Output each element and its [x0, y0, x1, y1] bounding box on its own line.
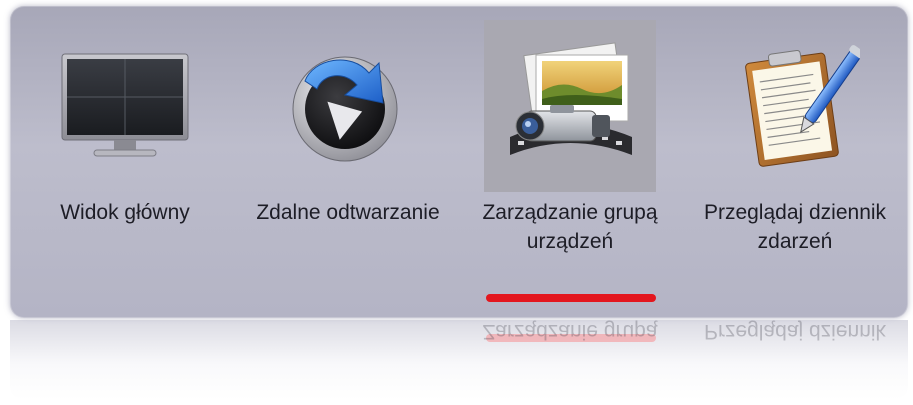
reflection-label: Przeglądaj dziennik zdarzeń [703, 320, 887, 343]
reflection-label: Zarządzanie grupą urządzeń [482, 320, 658, 343]
menu-item-event-log[interactable]: Przeglądaj dziennik zdarzeń [690, 20, 900, 290]
playback-arrow-icon [262, 20, 434, 192]
clipboard-pen-icon [709, 20, 881, 192]
menu-item-device-group[interactable]: Zarządzanie grupą urządzeń [465, 20, 675, 290]
menu-item-remote-playback[interactable]: Zdalne odtwarzanie [243, 20, 453, 290]
camera-photo-icon [484, 20, 656, 192]
menu-item-main-view[interactable]: Widok główny [20, 20, 230, 290]
active-item-indicator [486, 294, 656, 302]
monitor-icon [39, 20, 211, 192]
menu-item-label: Zarządzanie grupą urządzeń [482, 201, 658, 253]
menu-item-label: Zdalne odtwarzanie [256, 201, 440, 224]
menu-panel: Widok główny Zdalne odtwarzanie Zarządza… [10, 6, 908, 318]
menu-item-label: Przeglądaj dziennik zdarzeń [703, 201, 887, 253]
panel-reflection: Zarządzanie grupą urządzeń Przeglądaj dz… [10, 320, 908, 400]
menu-item-label: Widok główny [60, 201, 190, 224]
